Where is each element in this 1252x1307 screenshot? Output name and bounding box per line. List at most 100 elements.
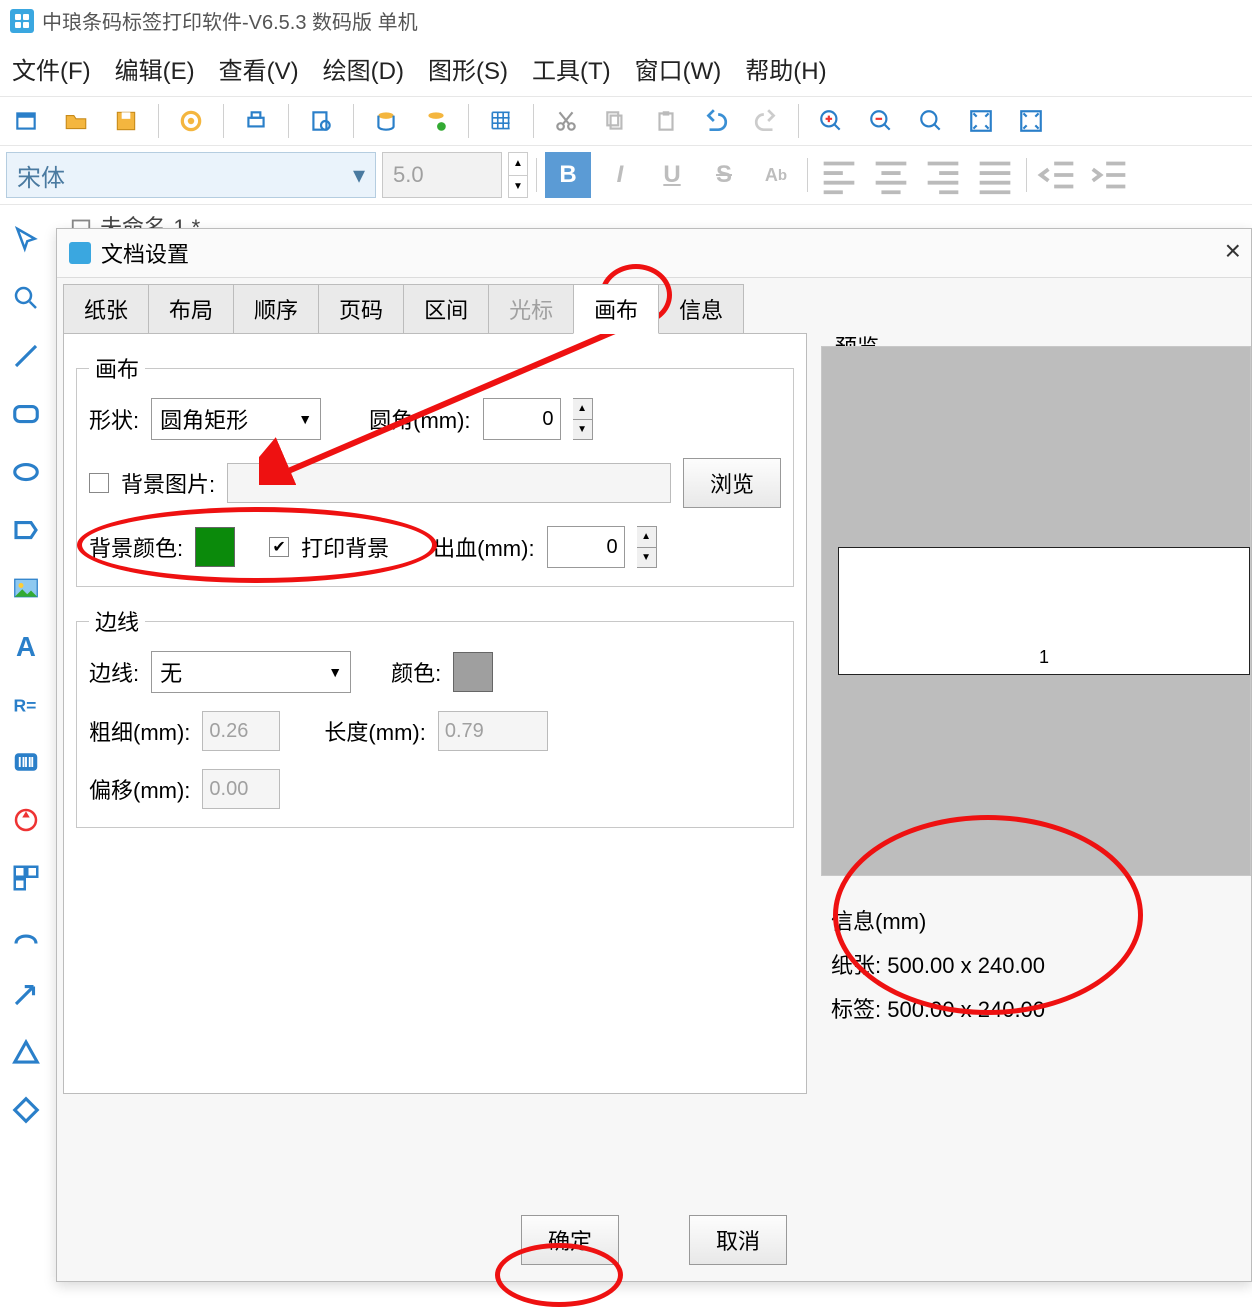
tab-region[interactable]: 区间 bbox=[403, 284, 489, 334]
zoom-reset-icon[interactable] bbox=[911, 101, 951, 141]
arrow-tool-icon[interactable] bbox=[4, 972, 48, 1016]
settings-gear-icon[interactable] bbox=[171, 101, 211, 141]
length-label: 长度(mm): bbox=[324, 715, 425, 747]
menu-window[interactable]: 窗口(W) bbox=[635, 51, 722, 86]
font-size-input[interactable] bbox=[382, 152, 502, 198]
bg-image-checkbox[interactable] bbox=[89, 473, 109, 493]
dialog-icon bbox=[69, 242, 91, 264]
paste-icon[interactable] bbox=[646, 101, 686, 141]
cancel-button[interactable]: 取消 bbox=[689, 1215, 787, 1265]
menu-draw[interactable]: 绘图(D) bbox=[323, 51, 404, 86]
zoom-in-icon[interactable] bbox=[811, 101, 851, 141]
close-icon[interactable]: × bbox=[1225, 235, 1241, 267]
offset-input[interactable] bbox=[202, 769, 280, 809]
radius-label: 圆角(mm): bbox=[369, 403, 470, 435]
tab-paper[interactable]: 纸张 bbox=[63, 284, 149, 334]
database-config-icon[interactable] bbox=[416, 101, 456, 141]
preview-page: 1 bbox=[838, 547, 1250, 675]
tab-cursor[interactable]: 光标 bbox=[488, 284, 574, 334]
polygon-tool-icon[interactable] bbox=[4, 508, 48, 552]
print-bg-checkbox[interactable] bbox=[269, 537, 289, 557]
variable-text-icon[interactable]: R= bbox=[4, 682, 48, 726]
bg-image-path-input[interactable] bbox=[227, 463, 671, 503]
bleed-spinner[interactable]: ▲▼ bbox=[637, 526, 657, 568]
undo-icon[interactable] bbox=[696, 101, 736, 141]
fit-screen-icon[interactable] bbox=[961, 101, 1001, 141]
bg-color-swatch[interactable] bbox=[195, 527, 235, 567]
bold-button[interactable]: B bbox=[545, 152, 591, 198]
grid-icon[interactable] bbox=[481, 101, 521, 141]
preview-page-number: 1 bbox=[1039, 647, 1049, 668]
tab-info[interactable]: 信息 bbox=[658, 284, 744, 334]
strike-button[interactable]: S bbox=[701, 152, 747, 198]
align-right-icon[interactable] bbox=[920, 152, 966, 198]
border-color-label: 颜色: bbox=[391, 656, 441, 688]
font-size-up[interactable]: ▲ bbox=[509, 153, 527, 176]
menu-edit[interactable]: 编辑(E) bbox=[115, 51, 195, 86]
database-icon[interactable] bbox=[366, 101, 406, 141]
tab-canvas-content: 画布 形状: 圆角矩形 ▼ 圆角(mm): ▲▼ 背景图片: bbox=[63, 333, 807, 1094]
superscript-button[interactable]: Ab bbox=[753, 152, 799, 198]
print-bg-label: 打印背景 bbox=[301, 531, 389, 563]
radius-spinner[interactable]: ▲▼ bbox=[573, 398, 593, 440]
radius-input[interactable] bbox=[483, 398, 561, 440]
chevron-down-icon: ▼ bbox=[298, 411, 312, 427]
align-justify-icon[interactable] bbox=[972, 152, 1018, 198]
thickness-input[interactable] bbox=[202, 711, 280, 751]
menu-bar: 文件(F) 编辑(E) 查看(V) 绘图(D) 图形(S) 工具(T) 窗口(W… bbox=[0, 41, 1252, 97]
indent-decrease-icon[interactable] bbox=[1035, 152, 1081, 198]
border-color-swatch[interactable] bbox=[453, 652, 493, 692]
barcode-tool-icon[interactable] bbox=[4, 740, 48, 784]
curve-tool-icon[interactable] bbox=[4, 914, 48, 958]
document-settings-dialog: 文档设置 × 纸张 布局 顺序 页码 区间 光标 画布 信息 画布 形状: 圆角… bbox=[56, 228, 1252, 1282]
font-family-select[interactable]: 宋体 ▾ bbox=[6, 152, 376, 198]
line-tool-icon[interactable] bbox=[4, 334, 48, 378]
browse-button[interactable]: 浏览 bbox=[683, 458, 781, 508]
ellipse-tool-icon[interactable] bbox=[4, 450, 48, 494]
length-input[interactable] bbox=[438, 711, 548, 751]
redo-icon[interactable] bbox=[746, 101, 786, 141]
tab-page[interactable]: 页码 bbox=[318, 284, 404, 334]
tab-sequence[interactable]: 顺序 bbox=[233, 284, 319, 334]
menu-file[interactable]: 文件(F) bbox=[12, 51, 91, 86]
dialog-button-row: 确定 取消 bbox=[57, 1215, 1251, 1265]
menu-help[interactable]: 帮助(H) bbox=[745, 51, 826, 86]
align-left-icon[interactable] bbox=[816, 152, 862, 198]
zoom-out-icon[interactable] bbox=[861, 101, 901, 141]
fit-selection-icon[interactable] bbox=[1011, 101, 1051, 141]
offset-label: 偏移(mm): bbox=[89, 773, 190, 805]
diamond-tool-icon[interactable] bbox=[4, 1088, 48, 1132]
image-tool-icon[interactable] bbox=[4, 566, 48, 610]
menu-tool[interactable]: 工具(T) bbox=[532, 51, 611, 86]
border-select[interactable]: 无 ▼ bbox=[151, 651, 351, 693]
copy-icon[interactable] bbox=[596, 101, 636, 141]
shape-value: 圆角矩形 bbox=[160, 403, 248, 435]
italic-button[interactable]: I bbox=[597, 152, 643, 198]
tab-canvas[interactable]: 画布 bbox=[573, 284, 659, 334]
qrcode-tool-icon[interactable] bbox=[4, 856, 48, 900]
underline-button[interactable]: U bbox=[649, 152, 695, 198]
zoom-tool-icon[interactable] bbox=[4, 276, 48, 320]
print-preview-icon[interactable] bbox=[301, 101, 341, 141]
text-tool-icon[interactable]: A bbox=[4, 624, 48, 668]
print-icon[interactable] bbox=[236, 101, 276, 141]
open-file-icon[interactable] bbox=[56, 101, 96, 141]
save-icon[interactable] bbox=[106, 101, 146, 141]
menu-view[interactable]: 查看(V) bbox=[219, 51, 299, 86]
shape-select[interactable]: 圆角矩形 ▼ bbox=[151, 398, 321, 440]
indent-increase-icon[interactable] bbox=[1087, 152, 1133, 198]
ok-button[interactable]: 确定 bbox=[521, 1215, 619, 1265]
triangle-tool-icon[interactable] bbox=[4, 1030, 48, 1074]
rounded-rect-tool-icon[interactable] bbox=[4, 392, 48, 436]
menu-shape[interactable]: 图形(S) bbox=[428, 51, 508, 86]
bleed-input[interactable] bbox=[547, 526, 625, 568]
font-size-down[interactable]: ▼ bbox=[509, 176, 527, 198]
align-center-icon[interactable] bbox=[868, 152, 914, 198]
border-value: 无 bbox=[160, 656, 182, 688]
cursor-tool-icon[interactable] bbox=[4, 218, 48, 262]
tab-layout[interactable]: 布局 bbox=[148, 284, 234, 334]
shape-tool-icon[interactable] bbox=[4, 798, 48, 842]
new-file-icon[interactable] bbox=[6, 101, 46, 141]
dialog-tab-row: 纸张 布局 顺序 页码 区间 光标 画布 信息 bbox=[57, 284, 1251, 334]
cut-icon[interactable] bbox=[546, 101, 586, 141]
